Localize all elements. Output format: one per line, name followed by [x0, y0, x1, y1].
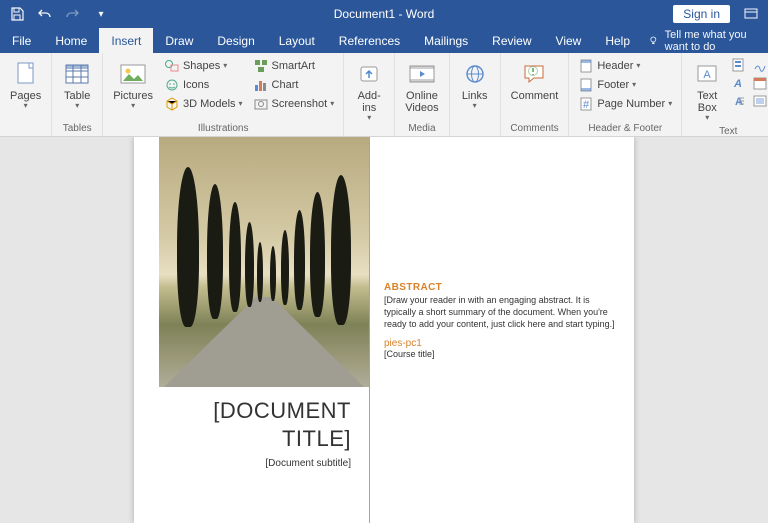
signin-button[interactable]: Sign in: [673, 5, 730, 23]
tab-layout[interactable]: Layout: [267, 28, 327, 53]
pages-button[interactable]: Pages ▾: [6, 57, 45, 112]
chevron-down-icon: ▾: [367, 113, 371, 122]
chevron-down-icon: ▾: [24, 101, 28, 110]
group-links: Links ▾: [450, 53, 501, 136]
video-icon: [407, 59, 437, 89]
signature-icon[interactable]: [752, 57, 768, 73]
smartart-icon: [253, 58, 269, 74]
tab-review[interactable]: Review: [480, 28, 543, 53]
page[interactable]: [DOCUMENT TITLE] [Document subtitle] ABS…: [134, 137, 634, 523]
group-text: A Text Box ▾ A A Text: [682, 53, 768, 136]
shapes-icon: [164, 58, 180, 74]
document-title-placeholder[interactable]: [DOCUMENT TITLE]: [134, 397, 369, 452]
tab-help[interactable]: Help: [593, 28, 642, 53]
tab-file[interactable]: File: [0, 28, 43, 53]
tab-insert[interactable]: Insert: [99, 28, 153, 53]
footer-button[interactable]: Footer▾: [575, 76, 675, 94]
header-button[interactable]: Header▾: [575, 57, 675, 75]
qat-customize-icon[interactable]: ▾: [90, 3, 112, 25]
group-illustrations: Pictures ▾ Shapes▾ Icons 3D Models ▾ Sma…: [103, 53, 344, 136]
redo-icon[interactable]: [62, 3, 84, 25]
group-pages: Pages ▾: [0, 53, 52, 136]
header-icon: [578, 58, 594, 74]
comment-icon: [520, 59, 550, 89]
save-icon[interactable]: [6, 3, 28, 25]
lightbulb-icon: [648, 34, 659, 48]
page-icon: [11, 59, 41, 89]
shapes-button[interactable]: Shapes▾: [161, 57, 246, 75]
document-canvas[interactable]: [DOCUMENT TITLE] [Document subtitle] ABS…: [0, 137, 768, 523]
undo-icon[interactable]: [34, 3, 56, 25]
ribbon-display-icon[interactable]: [740, 3, 762, 25]
titlebar: ▾ Document1 - Word Sign in: [0, 0, 768, 28]
group-header-footer: Header▾ Footer▾ #Page Number▾ Header & F…: [569, 53, 682, 136]
group-media: Online Videos Media: [395, 53, 449, 136]
ribbon: Pages ▾ Table ▾ Tables Pictures ▾ Shapes…: [0, 53, 768, 137]
author-name[interactable]: pies-pc1: [384, 338, 618, 349]
svg-text:A: A: [733, 78, 742, 90]
tab-view[interactable]: View: [544, 28, 594, 53]
course-title-placeholder[interactable]: [Course title]: [384, 349, 618, 359]
svg-text:#: #: [583, 99, 590, 111]
quick-access-toolbar: ▾: [6, 3, 112, 25]
screenshot-button[interactable]: Screenshot▾: [250, 95, 338, 113]
abstract-text[interactable]: [Draw your reader in with an engaging ab…: [384, 294, 618, 330]
wordart-icon[interactable]: A: [730, 75, 746, 91]
chart-button[interactable]: Chart: [250, 76, 338, 94]
tab-home[interactable]: Home: [43, 28, 99, 53]
group-tables: Table ▾ Tables: [52, 53, 103, 136]
document-title: Document1 - Word: [334, 7, 434, 21]
chevron-down-icon: ▾: [473, 101, 477, 110]
smartart-button[interactable]: SmartArt: [250, 57, 338, 75]
abstract-heading[interactable]: ABSTRACT: [384, 282, 618, 293]
chart-icon: [253, 77, 269, 93]
date-time-icon[interactable]: [752, 75, 768, 91]
drop-cap-icon[interactable]: A: [730, 93, 746, 109]
icons-button[interactable]: Icons: [161, 76, 246, 94]
pictures-button[interactable]: Pictures ▾: [109, 57, 157, 112]
table-button[interactable]: Table ▾: [58, 57, 96, 112]
picture-icon: [118, 59, 148, 89]
3d-models-button[interactable]: 3D Models ▾: [161, 95, 246, 113]
object-icon[interactable]: [752, 93, 768, 109]
cube-icon: [164, 96, 180, 112]
comment-button[interactable]: Comment: [507, 57, 563, 104]
document-subtitle-placeholder[interactable]: [Document subtitle]: [134, 452, 369, 469]
screenshot-icon: [253, 96, 269, 112]
chevron-down-icon: ▾: [75, 101, 79, 110]
addins-icon: [354, 59, 384, 89]
footer-icon: [578, 77, 594, 93]
chevron-down-icon: ▾: [131, 101, 135, 110]
icons-icon: [164, 77, 180, 93]
tab-draw[interactable]: Draw: [153, 28, 205, 53]
page-number-icon: #: [578, 96, 594, 112]
addins-button[interactable]: Add- ins ▾: [350, 57, 388, 124]
cover-image[interactable]: [159, 137, 369, 387]
menubar: File Home Insert Draw Design Layout Refe…: [0, 28, 768, 53]
chevron-down-icon: ▾: [705, 113, 709, 122]
tell-me-search[interactable]: Tell me what you want to do: [648, 28, 768, 53]
tab-references[interactable]: References: [327, 28, 412, 53]
table-icon: [62, 59, 92, 89]
tab-design[interactable]: Design: [205, 28, 266, 53]
text-box-button[interactable]: A Text Box ▾: [688, 57, 726, 124]
links-button[interactable]: Links ▾: [456, 57, 494, 112]
link-icon: [460, 59, 490, 89]
online-videos-button[interactable]: Online Videos: [401, 57, 442, 116]
group-addins: Add- ins ▾: [344, 53, 395, 136]
group-comments: Comment Comments: [501, 53, 570, 136]
text-box-icon: A: [692, 59, 722, 89]
page-number-button[interactable]: #Page Number▾: [575, 95, 675, 113]
quick-parts-icon[interactable]: [730, 57, 746, 73]
svg-text:A: A: [704, 69, 712, 81]
tab-mailings[interactable]: Mailings: [412, 28, 480, 53]
